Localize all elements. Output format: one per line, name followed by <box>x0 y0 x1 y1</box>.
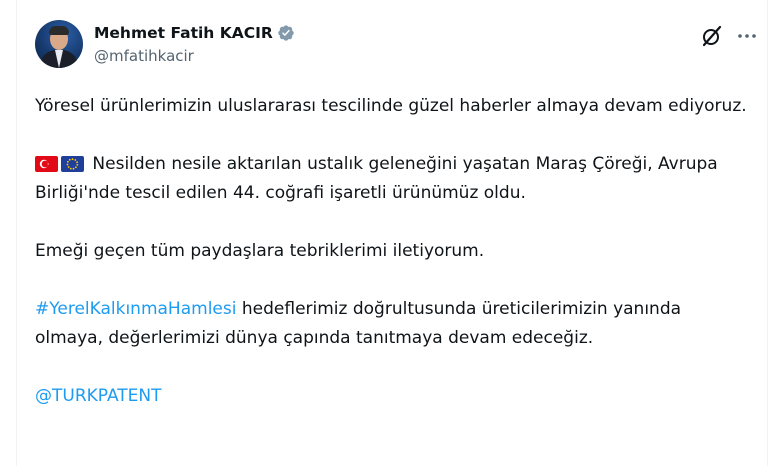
verified-badge-icon[interactable] <box>277 24 295 42</box>
mention-link[interactable]: @TURKPATENT <box>35 386 162 406</box>
author-handle[interactable]: @mfatihkacir <box>94 47 194 65</box>
more-dots-icon[interactable] <box>735 24 759 48</box>
tweet-paragraph-1: Yöresel ürünlerimizin uluslararası tesci… <box>35 96 747 116</box>
tweet-paragraph-2: Nesilden nesile aktarılan ustalık gelene… <box>35 150 751 208</box>
tweet-card: Mehmet Fatih KACIR @mfatihkacir Yöresel … <box>16 0 768 466</box>
eu-flag-icon <box>61 156 84 172</box>
author-name-row[interactable]: Mehmet Fatih KACIR <box>94 22 295 44</box>
turkey-flag-icon <box>35 156 58 172</box>
tweet-header: Mehmet Fatih KACIR @mfatihkacir <box>35 20 759 72</box>
tweet-paragraph-3: Emeği geçen tüm paydaşlara tebriklerimi … <box>35 241 485 261</box>
grok-icon[interactable] <box>700 24 724 48</box>
author-display-name[interactable]: Mehmet Fatih KACIR <box>94 24 273 42</box>
tweet-paragraph-2-text: Nesilden nesile aktarılan ustalık gelene… <box>35 154 718 203</box>
tweet-paragraph-5: @TURKPATENT <box>35 382 751 411</box>
tweet-text: Yöresel ürünlerimizin uluslararası tesci… <box>35 92 751 440</box>
tweet-paragraph-4: #YerelKalkınmaHamlesi hedeflerimiz doğru… <box>35 295 751 353</box>
hashtag-link[interactable]: #YerelKalkınmaHamlesi <box>35 299 236 319</box>
avatar[interactable] <box>35 20 83 68</box>
